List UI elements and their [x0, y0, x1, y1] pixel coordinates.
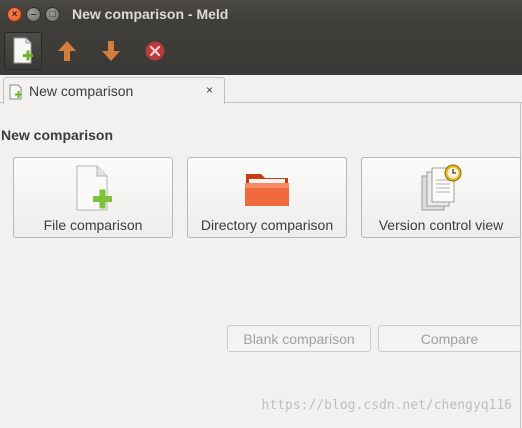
tab-close-button[interactable]: × [206, 83, 213, 97]
new-comparison-button[interactable] [4, 32, 42, 70]
version-control-icon [421, 164, 462, 211]
content-area [0, 102, 521, 428]
stop-icon [145, 41, 165, 61]
window-title: New comparison - Meld [72, 6, 229, 22]
tab-new-comparison[interactable]: New comparison × [3, 77, 225, 104]
folder-icon [245, 174, 289, 206]
directory-comparison-button[interactable]: Directory comparison [187, 157, 347, 238]
title-bar: × – □ New comparison - Meld [0, 0, 522, 29]
new-comparison-icon [9, 84, 22, 100]
toolbar [0, 29, 522, 75]
file-add-icon [76, 165, 112, 211]
arrow-down-icon [102, 41, 120, 61]
window-minimize-button[interactable]: – [26, 7, 41, 22]
new-comparison-icon [13, 37, 33, 64]
file-comparison-button[interactable]: File comparison [13, 157, 173, 238]
next-change-button[interactable] [92, 32, 130, 70]
page-heading: New comparison [1, 127, 114, 143]
stop-button[interactable] [136, 32, 174, 70]
watermark: https://blog.csdn.net/chengyq116 [261, 398, 512, 413]
tab-label: New comparison [29, 83, 134, 99]
blank-comparison-button[interactable]: Blank comparison [227, 325, 371, 352]
compare-button[interactable]: Compare [378, 325, 521, 352]
tab-strip: New comparison × [0, 75, 522, 104]
version-control-view-button[interactable]: Version control view [361, 157, 521, 238]
directory-comparison-label: Directory comparison [200, 217, 334, 233]
window-maximize-button[interactable]: □ [45, 7, 60, 22]
meld-window: × – □ New comparison - Meld New comparis… [0, 0, 522, 428]
arrow-up-icon [58, 41, 76, 61]
file-comparison-label: File comparison [43, 217, 143, 233]
window-close-button[interactable]: × [7, 7, 22, 22]
previous-change-button[interactable] [48, 32, 86, 70]
version-control-view-label: Version control view [378, 217, 504, 233]
